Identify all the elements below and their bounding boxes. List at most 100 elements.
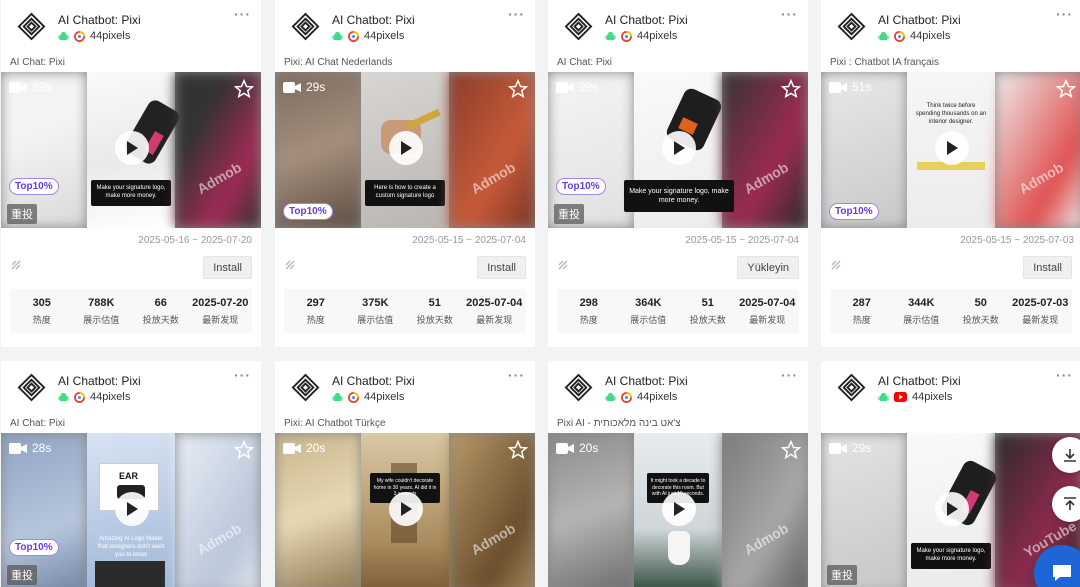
more-options-icon[interactable]: ··· xyxy=(508,367,525,383)
stat-days: 50 投放天数 xyxy=(962,296,999,325)
app-name[interactable]: AI Chatbot: Pixi xyxy=(332,13,415,27)
relaunch-tag: 重投 xyxy=(827,565,857,585)
android-icon xyxy=(605,392,616,401)
arrow-up-icon xyxy=(1064,497,1076,510)
frame-left xyxy=(821,433,907,587)
download-button[interactable] xyxy=(1052,437,1080,473)
developer-name[interactable]: 44pixels xyxy=(90,391,130,403)
stats-bar: 298 热度 364K 展示估值 51 投放天数 2025-07-04 最新发现 xyxy=(557,289,799,333)
stat-impressions: 788K 展示估值 xyxy=(83,296,120,325)
back-to-top-button[interactable] xyxy=(1052,486,1080,522)
duration-badge: 51s xyxy=(829,80,871,94)
developer-name[interactable]: 44pixels xyxy=(90,30,130,42)
android-icon xyxy=(605,31,616,40)
install-button[interactable]: Install xyxy=(1023,256,1072,279)
video-caption: Here is how to create a custom signature… xyxy=(365,180,445,206)
ad-card[interactable]: AI Chatbot: Pixi 44pixels ··· AI Chat: P… xyxy=(1,0,261,347)
ad-card[interactable]: AI Chatbot: Pixi 44pixels ··· Pixi : Cha… xyxy=(821,0,1080,347)
chat-bubble-icon xyxy=(1053,565,1071,581)
ad-card-grid: AI Chatbot: Pixi 44pixels ··· AI Chat: P… xyxy=(0,0,1080,587)
install-button[interactable]: Install xyxy=(203,256,252,279)
play-icon[interactable] xyxy=(389,492,423,526)
play-icon[interactable] xyxy=(115,492,149,526)
developer-name[interactable]: 44pixels xyxy=(912,391,952,403)
stat-heat: 298 热度 xyxy=(579,296,598,325)
developer-name[interactable]: 44pixels xyxy=(637,30,677,42)
favorite-star-icon[interactable] xyxy=(233,78,255,100)
ad-card[interactable]: AI Chatbot: Pixi 44pixels ··· Pixi AI - … xyxy=(548,361,808,587)
install-button[interactable]: Yükleyin xyxy=(737,256,799,279)
play-icon[interactable] xyxy=(389,131,423,165)
date-range: 2025-05-15 ~ 2025-07-03 xyxy=(960,235,1074,246)
favorite-star-icon[interactable] xyxy=(507,78,529,100)
duration-text: 51s xyxy=(852,80,872,94)
duration-text: 28s xyxy=(32,441,52,455)
top10-badge: Top10% xyxy=(9,178,59,195)
play-icon[interactable] xyxy=(935,131,969,165)
play-icon[interactable] xyxy=(662,492,696,526)
video-camera-icon xyxy=(829,442,847,454)
app-name[interactable]: AI Chatbot: Pixi xyxy=(878,13,961,27)
favorite-star-icon[interactable] xyxy=(507,439,529,461)
developer-name[interactable]: 44pixels xyxy=(364,30,404,42)
more-options-icon[interactable]: ··· xyxy=(1056,6,1073,22)
more-options-icon[interactable]: ··· xyxy=(234,6,251,22)
youtube-icon xyxy=(894,392,907,402)
play-icon[interactable] xyxy=(115,131,149,165)
video-preview[interactable]: Make your signature logo, make more mone… xyxy=(548,72,808,228)
install-button[interactable]: Install xyxy=(477,256,526,279)
play-icon[interactable] xyxy=(662,131,696,165)
download-icon xyxy=(1064,449,1076,462)
card-header: AI Chatbot: Pixi 44pixels ··· xyxy=(275,361,535,413)
app-name[interactable]: AI Chatbot: Pixi xyxy=(605,374,688,388)
app-name[interactable]: AI Chatbot: Pixi xyxy=(58,13,141,27)
video-preview[interactable]: Make your signature logo, make more mone… xyxy=(1,72,261,228)
developer-name[interactable]: 44pixels xyxy=(910,30,950,42)
video-preview[interactable]: Think twice before spending thousands on… xyxy=(821,72,1080,228)
stat-impressions: 344K 展示估值 xyxy=(903,296,940,325)
platform-row: 44pixels xyxy=(878,30,950,42)
favorite-star-icon[interactable] xyxy=(780,78,802,100)
app-name[interactable]: AI Chatbot: Pixi xyxy=(332,374,415,388)
developer-name[interactable]: 44pixels xyxy=(637,391,677,403)
video-preview[interactable]: Here is how to create a custom signature… xyxy=(275,72,535,228)
more-options-icon[interactable]: ··· xyxy=(234,367,251,383)
favorite-star-icon[interactable] xyxy=(1055,78,1077,100)
more-options-icon[interactable]: ··· xyxy=(1056,367,1073,383)
video-caption: Make your signature logo, make more mone… xyxy=(911,543,991,569)
ad-card[interactable]: AI Chatbot: Pixi 44pixels ··· Pixi: AI C… xyxy=(275,0,535,347)
duration-badge: 29s xyxy=(9,80,51,94)
play-icon[interactable] xyxy=(935,492,969,526)
admob-icon xyxy=(74,391,85,403)
app-name[interactable]: AI Chatbot: Pixi xyxy=(878,374,961,388)
app-name[interactable]: AI Chatbot: Pixi xyxy=(58,374,141,388)
link-icon[interactable] xyxy=(284,259,296,271)
top10-badge: Top10% xyxy=(283,203,333,220)
stat-last-seen: 2025-07-03 最新发现 xyxy=(1012,296,1069,325)
link-icon[interactable] xyxy=(10,259,22,271)
more-options-icon[interactable]: ··· xyxy=(508,6,525,22)
video-camera-icon xyxy=(556,81,574,93)
video-preview[interactable]: It might took a decade to decorate this … xyxy=(548,433,808,587)
developer-name[interactable]: 44pixels xyxy=(364,391,404,403)
video-caption: Make your signature logo, make more mone… xyxy=(624,180,734,213)
duration-text: 20s xyxy=(579,441,599,455)
more-options-icon[interactable]: ··· xyxy=(781,6,798,22)
video-preview[interactable]: EAR Amazing AI Logo Maker that designers… xyxy=(1,433,261,587)
platform-row: 44pixels xyxy=(332,391,404,403)
more-options-icon[interactable]: ··· xyxy=(781,367,798,383)
duration-text: 29s xyxy=(306,80,326,94)
ad-card[interactable]: AI Chatbot: Pixi 44pixels ··· AI Chat: P… xyxy=(548,0,808,347)
ad-subtitle: AI Chat: Pixi xyxy=(10,57,66,68)
card-header: AI Chatbot: Pixi 44pixels ··· xyxy=(1,0,261,52)
app-name[interactable]: AI Chatbot: Pixi xyxy=(605,13,688,27)
favorite-star-icon[interactable] xyxy=(780,439,802,461)
video-caption: Think twice before spending thousands on… xyxy=(915,103,987,125)
favorite-star-icon[interactable] xyxy=(233,439,255,461)
android-icon xyxy=(58,31,69,40)
ad-card[interactable]: AI Chatbot: Pixi 44pixels ··· AI Chat: P… xyxy=(1,361,261,587)
video-preview[interactable]: My wife couldn't decorate home in 30 yea… xyxy=(275,433,535,587)
link-icon[interactable] xyxy=(557,259,569,271)
ad-card[interactable]: AI Chatbot: Pixi 44pixels ··· Pixi: AI C… xyxy=(275,361,535,587)
link-icon[interactable] xyxy=(830,259,842,271)
